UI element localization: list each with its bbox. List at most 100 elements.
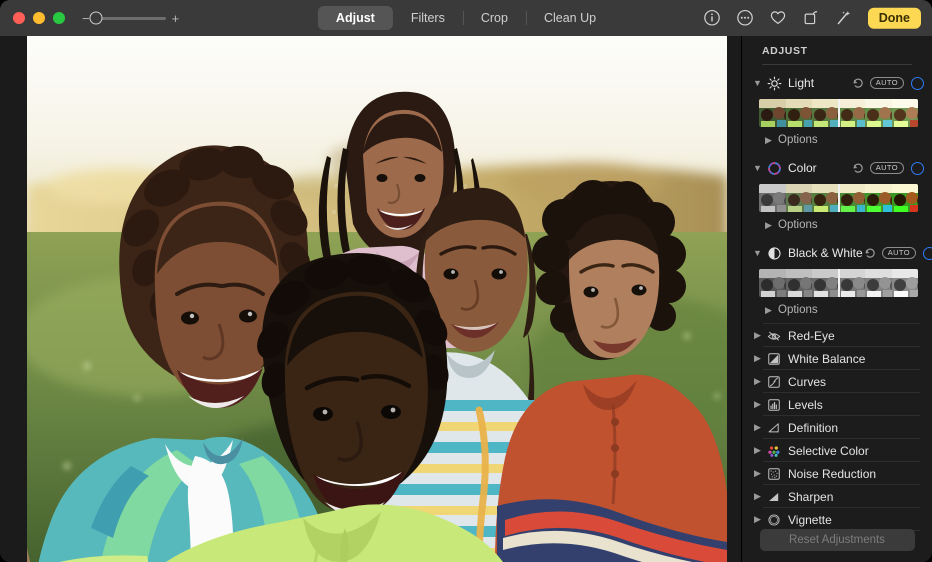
options-label-color: Options — [778, 219, 818, 231]
variation-thumb[interactable] — [786, 99, 813, 127]
done-button[interactable]: Done — [868, 8, 921, 29]
sidebar-item-label: Levels — [788, 398, 823, 412]
sidebar-item-label: Sharpen — [788, 490, 833, 504]
zoom-button[interactable] — [53, 12, 65, 24]
variation-thumb[interactable] — [786, 269, 813, 297]
variation-thumb[interactable] — [839, 99, 866, 127]
close-button[interactable] — [13, 12, 25, 24]
contrast-circle-icon — [766, 245, 782, 261]
variation-thumb[interactable] — [786, 184, 813, 212]
group-label-black-and-white: Black & White — [788, 246, 863, 260]
window-controls — [13, 12, 65, 24]
zoom-slider-knob[interactable] — [89, 12, 102, 25]
group-selfie-photo[interactable] — [27, 36, 727, 562]
variation-thumb[interactable] — [812, 184, 839, 212]
auto-enhance-wand-icon[interactable] — [835, 9, 853, 27]
auto-button-light[interactable]: AUTO — [870, 77, 904, 89]
sidebar-item-white-balance[interactable]: ▶ White Balance — [742, 347, 932, 370]
enable-toggle-black-and-white[interactable] — [923, 247, 932, 260]
toolbar: − + Adjust Filters Crop Clean Up — [0, 0, 932, 36]
group-label-light: Light — [788, 76, 851, 90]
sidebar-item-noise-reduction[interactable]: ▶ Noise Reduction — [742, 462, 932, 485]
photo-canvas — [0, 36, 741, 562]
variation-thumb[interactable] — [759, 99, 786, 127]
photo-editor-window: − + Adjust Filters Crop Clean Up — [0, 0, 932, 562]
tab-adjust[interactable]: Adjust — [318, 6, 393, 30]
tab-cleanup[interactable]: Clean Up — [526, 6, 614, 30]
variation-thumb[interactable] — [839, 269, 866, 297]
chevron-down-icon[interactable]: ▼ — [752, 163, 763, 173]
group-label-color: Color — [788, 161, 851, 175]
adjustment-group-light[interactable]: ▼ Light AUTO — [742, 71, 932, 95]
levels-icon — [766, 397, 781, 412]
variation-thumb[interactable] — [812, 99, 839, 127]
eye-slash-icon — [766, 328, 781, 343]
minimize-button[interactable] — [33, 12, 45, 24]
adjustment-group-color[interactable]: ▼ Color AUTO — [742, 156, 932, 180]
variation-thumb[interactable] — [865, 269, 892, 297]
toolbar-actions: Done — [703, 8, 921, 29]
light-variations-strip[interactable] — [759, 99, 918, 127]
auto-button-color[interactable]: AUTO — [870, 162, 904, 174]
chevron-right-icon[interactable]: ▶ — [752, 330, 763, 341]
reset-adjustments-button[interactable]: Reset Adjustments — [760, 529, 915, 551]
options-label-light: Options — [778, 134, 818, 146]
adjust-sidebar: ADJUST ▼ Light — [741, 36, 932, 562]
chevron-right-icon[interactable]: ▶ — [752, 491, 763, 502]
revert-icon[interactable] — [863, 247, 876, 260]
revert-icon[interactable] — [851, 77, 864, 90]
variation-thumb[interactable] — [892, 184, 919, 212]
color-variations-strip[interactable] — [759, 184, 918, 212]
enable-toggle-color[interactable] — [911, 162, 924, 175]
tab-filters[interactable]: Filters — [393, 6, 463, 30]
chevron-right-icon[interactable]: ▶ — [752, 399, 763, 410]
chevron-right-icon[interactable]: ▶ — [752, 468, 763, 479]
more-options-icon[interactable] — [736, 9, 754, 27]
tab-crop[interactable]: Crop — [463, 6, 526, 30]
favorite-heart-icon[interactable] — [769, 9, 787, 27]
options-row-light[interactable]: ▶ Options — [742, 130, 932, 150]
chevron-right-icon[interactable]: ▶ — [763, 305, 774, 316]
adjustment-group-black-and-white[interactable]: ▼ Black & White AUTO — [742, 241, 932, 265]
vignette-icon — [766, 512, 781, 527]
sidebar-title: ADJUST — [742, 36, 932, 64]
variation-thumb[interactable] — [812, 269, 839, 297]
zoom-slider-control[interactable]: − + — [82, 12, 179, 25]
options-row-black-and-white[interactable]: ▶ Options — [742, 300, 932, 320]
variation-thumb[interactable] — [865, 184, 892, 212]
sidebar-item-sharpen[interactable]: ▶ Sharpen — [742, 485, 932, 508]
sidebar-item-selective-color[interactable]: ▶ Selective Color — [742, 439, 932, 462]
chevron-right-icon[interactable]: ▶ — [752, 445, 763, 456]
zoom-slider-track[interactable] — [96, 17, 166, 20]
auto-button-black-and-white[interactable]: AUTO — [882, 247, 916, 259]
variation-thumb[interactable] — [865, 99, 892, 127]
variation-thumb[interactable] — [759, 269, 786, 297]
info-icon[interactable] — [703, 9, 721, 27]
variation-thumb[interactable] — [892, 269, 919, 297]
chevron-right-icon[interactable]: ▶ — [763, 135, 774, 146]
sidebar-item-definition[interactable]: ▶ Definition — [742, 416, 932, 439]
sidebar-item-levels[interactable]: ▶ Levels — [742, 393, 932, 416]
chevron-down-icon[interactable]: ▼ — [752, 78, 763, 88]
sidebar-item-curves[interactable]: ▶ Curves — [742, 370, 932, 393]
rotate-icon[interactable] — [802, 9, 820, 27]
chevron-right-icon[interactable]: ▶ — [763, 220, 774, 231]
variation-thumb[interactable] — [759, 184, 786, 212]
chevron-right-icon[interactable]: ▶ — [752, 376, 763, 387]
sidebar-item-label: Selective Color — [788, 444, 869, 458]
enable-toggle-light[interactable] — [911, 77, 924, 90]
variation-thumb[interactable] — [892, 99, 919, 127]
sidebar-item-label: Curves — [788, 375, 826, 389]
bw-variations-strip[interactable] — [759, 269, 918, 297]
chevron-down-icon[interactable]: ▼ — [752, 248, 763, 258]
sidebar-item-vignette[interactable]: ▶ Vignette — [742, 508, 932, 531]
chevron-right-icon[interactable]: ▶ — [752, 353, 763, 364]
chevron-right-icon[interactable]: ▶ — [752, 422, 763, 433]
sidebar-item-label: Vignette — [788, 513, 832, 527]
revert-icon[interactable] — [851, 162, 864, 175]
chevron-right-icon[interactable]: ▶ — [752, 514, 763, 525]
variation-thumb[interactable] — [839, 184, 866, 212]
sidebar-item-red-eye[interactable]: ▶ Red-Eye — [742, 324, 932, 347]
options-row-color[interactable]: ▶ Options — [742, 215, 932, 235]
zoom-in-icon[interactable]: + — [172, 12, 180, 25]
